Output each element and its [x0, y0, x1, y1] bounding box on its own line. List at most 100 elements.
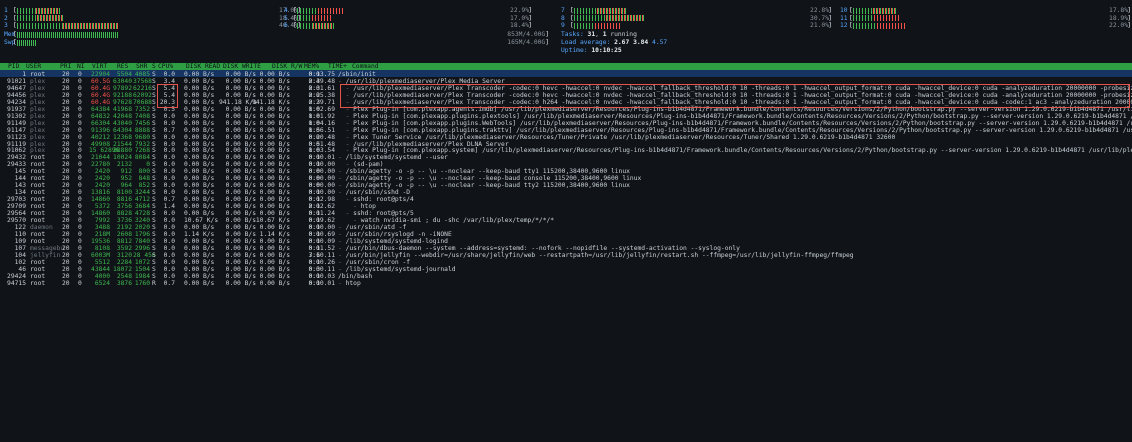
process-command: /usr/bin/dbus-daemon --system --address=…	[345, 244, 740, 252]
process-command-cell: - htop	[338, 280, 1132, 288]
mem-meter: Mem [853M/4.00G]	[4, 31, 549, 39]
process-tree-branch: -	[338, 223, 346, 231]
tasks-suffix: running	[610, 31, 637, 38]
swp-meter: Swp [165M/4.00G]	[4, 39, 549, 47]
cpu-meter-bar	[296, 22, 502, 29]
swp-value: 165M/4.00G	[507, 39, 546, 46]
process-tree-branch: -	[338, 244, 346, 252]
swp-label: Swp	[4, 39, 16, 46]
cpu-meter-column-4: 10[17.8%] 11[18.9%] 12[22.0%]	[840, 7, 1131, 30]
process-tree-branch: -	[338, 161, 354, 169]
cpu-meter-bar	[852, 15, 1101, 22]
cpu-meter-7: 7[22.8%]	[561, 7, 832, 15]
process-tree-branch: -	[338, 216, 361, 224]
process-command: sshd: root@pts/4	[353, 196, 414, 204]
process-command: /sbin/agetty -o -p -- \u --noclear --kee…	[345, 182, 630, 190]
process-command: htop	[345, 279, 361, 287]
tasks-count: 31	[587, 31, 596, 38]
process-user: root	[30, 279, 46, 287]
process-disk-read: 0.00 B/s	[184, 279, 215, 287]
meter-bracket: ]	[528, 7, 532, 14]
mem-bar	[16, 31, 503, 38]
meter-bracket: ]	[545, 31, 549, 38]
process-shr: 1760	[134, 279, 150, 287]
cpu-meter-label: 7	[561, 7, 565, 14]
process-tree-branch: -	[338, 237, 346, 245]
cpu-meter-1: 1[17.0%]	[4, 7, 301, 15]
cpu-meter-percent: 30.7%	[810, 14, 829, 22]
cpu-meter-fill-kernel	[877, 22, 908, 29]
cpu-meter-9: 9[21.0%]	[561, 22, 832, 30]
process-command: /lib/systemd/systemd-journald	[345, 265, 456, 273]
cpu-meter-bar	[573, 22, 802, 29]
cpu-meter-bar	[296, 7, 502, 14]
cpu-meter-bar	[852, 7, 1101, 14]
cpu-meter-percent: 18.4%	[510, 22, 529, 29]
process-command: htop	[360, 203, 376, 211]
process-tree-branch: -	[338, 140, 354, 148]
process-tree-branch: -	[338, 203, 361, 211]
cpu-meter-5: 5[17.0%]	[284, 15, 532, 23]
process-tree-branch: -	[338, 210, 354, 217]
process-tree-branch: -	[338, 230, 346, 238]
process-command: Plex Plug-in [com.plexapp.plugins.WebToo…	[353, 119, 1132, 127]
tasks-label: Tasks:	[561, 31, 584, 38]
cpu-meter-label: 3	[4, 22, 8, 29]
process-tree-branch: -	[338, 251, 346, 259]
process-tree-branch: -	[338, 196, 354, 204]
uptime-line: Uptime: 10:10:25	[561, 47, 622, 55]
meter-bracket: ]	[828, 22, 832, 29]
cpu-meter-fill-kernel	[597, 7, 627, 14]
process-command: /lib/systemd/systemd-logind	[345, 237, 448, 245]
process-disk-rw: 0.00 B/s	[259, 279, 290, 287]
process-res: 3876	[116, 279, 132, 287]
process-command: sshd: root@pts/5	[353, 210, 414, 217]
process-tree-branch: -	[338, 126, 354, 134]
process-tree-branch: -	[338, 147, 354, 155]
cpu-meter-fill-kernel	[313, 22, 334, 29]
process-tree-branch: -	[338, 154, 346, 162]
process-row[interactable]: 94715 root 20 0 6524 3876 1760 R 0.7 0.00 B/s 0.00…	[0, 280, 1132, 288]
cpu-meter-fill-kernel	[605, 15, 645, 22]
load-5: 3.84	[633, 39, 649, 46]
meter-bracket: ]	[828, 7, 832, 14]
process-tree-branch: -	[338, 168, 346, 176]
load-1: 2.67	[614, 39, 630, 46]
cpu-meter-fill-kernel	[62, 22, 119, 29]
cpu-meter-fill-kernel	[872, 7, 898, 14]
process-command: Plex Plug-in [com.plexapp.system] /usr/l…	[353, 147, 1132, 155]
cpu-meter-column-3: 7[22.8%] 8[30.7%] 9[21.0%]	[561, 7, 832, 30]
cpu-meter-label: 9	[561, 22, 565, 29]
cpu-meter-12: 12[22.0%]	[840, 22, 1131, 30]
cpu-meter-fill-kernel	[874, 15, 900, 22]
process-ni: 0	[78, 279, 82, 287]
cpu-meter-label: 11	[840, 14, 848, 22]
process-tree-branch: -	[338, 182, 346, 190]
cpu-meter-fill-kernel	[318, 7, 344, 14]
cpu-meter-bar	[296, 15, 502, 22]
load-line: Load average: 2.67 3.84 4.57	[561, 39, 667, 47]
process-command: /usr/sbin/sshd -D	[345, 189, 411, 197]
cpu-meter-11: 11[18.9%]	[840, 14, 1131, 23]
uptime-value: 10:10:25	[591, 47, 622, 54]
process-tree-branch: -	[338, 119, 354, 127]
process-pid: 94715	[7, 279, 26, 287]
cpu-meter-2: 2[18.4%]	[4, 15, 301, 23]
cpu-meter-percent: 22.9%	[510, 7, 529, 14]
cpu-meter-bar	[573, 15, 802, 22]
cpu-meter-3: 3[40.4%]	[4, 22, 301, 30]
process-command: /bin/bash	[338, 272, 373, 280]
process-tree-branch: -	[338, 265, 346, 273]
cpu-meter-percent: 22.0%	[1109, 22, 1128, 29]
swp-fill	[16, 39, 37, 46]
process-command: /lib/systemd/systemd --user	[345, 154, 448, 162]
process-tree-branch: -	[338, 258, 346, 266]
cpu-meter-percent: 22.8%	[810, 7, 829, 14]
tasks-line: Tasks: 31, 1 running	[561, 31, 637, 38]
cpu-meter-column-1: 1[17.0%]2[18.4%]3[40.4%]	[4, 7, 301, 30]
process-table-header[interactable]: PID USER PRI NI VIRT RES SHR S CPU% DISK…	[0, 63, 1132, 70]
cpu-meter-fill-kernel	[37, 15, 63, 22]
process-command: /usr/sbin/rsyslogd -n -iNONE	[345, 230, 452, 238]
cpu-meter-percent: 18.9%	[1109, 14, 1128, 22]
process-command: /sbin/agetty -o -p -- \u --noclear --kee…	[345, 168, 630, 176]
